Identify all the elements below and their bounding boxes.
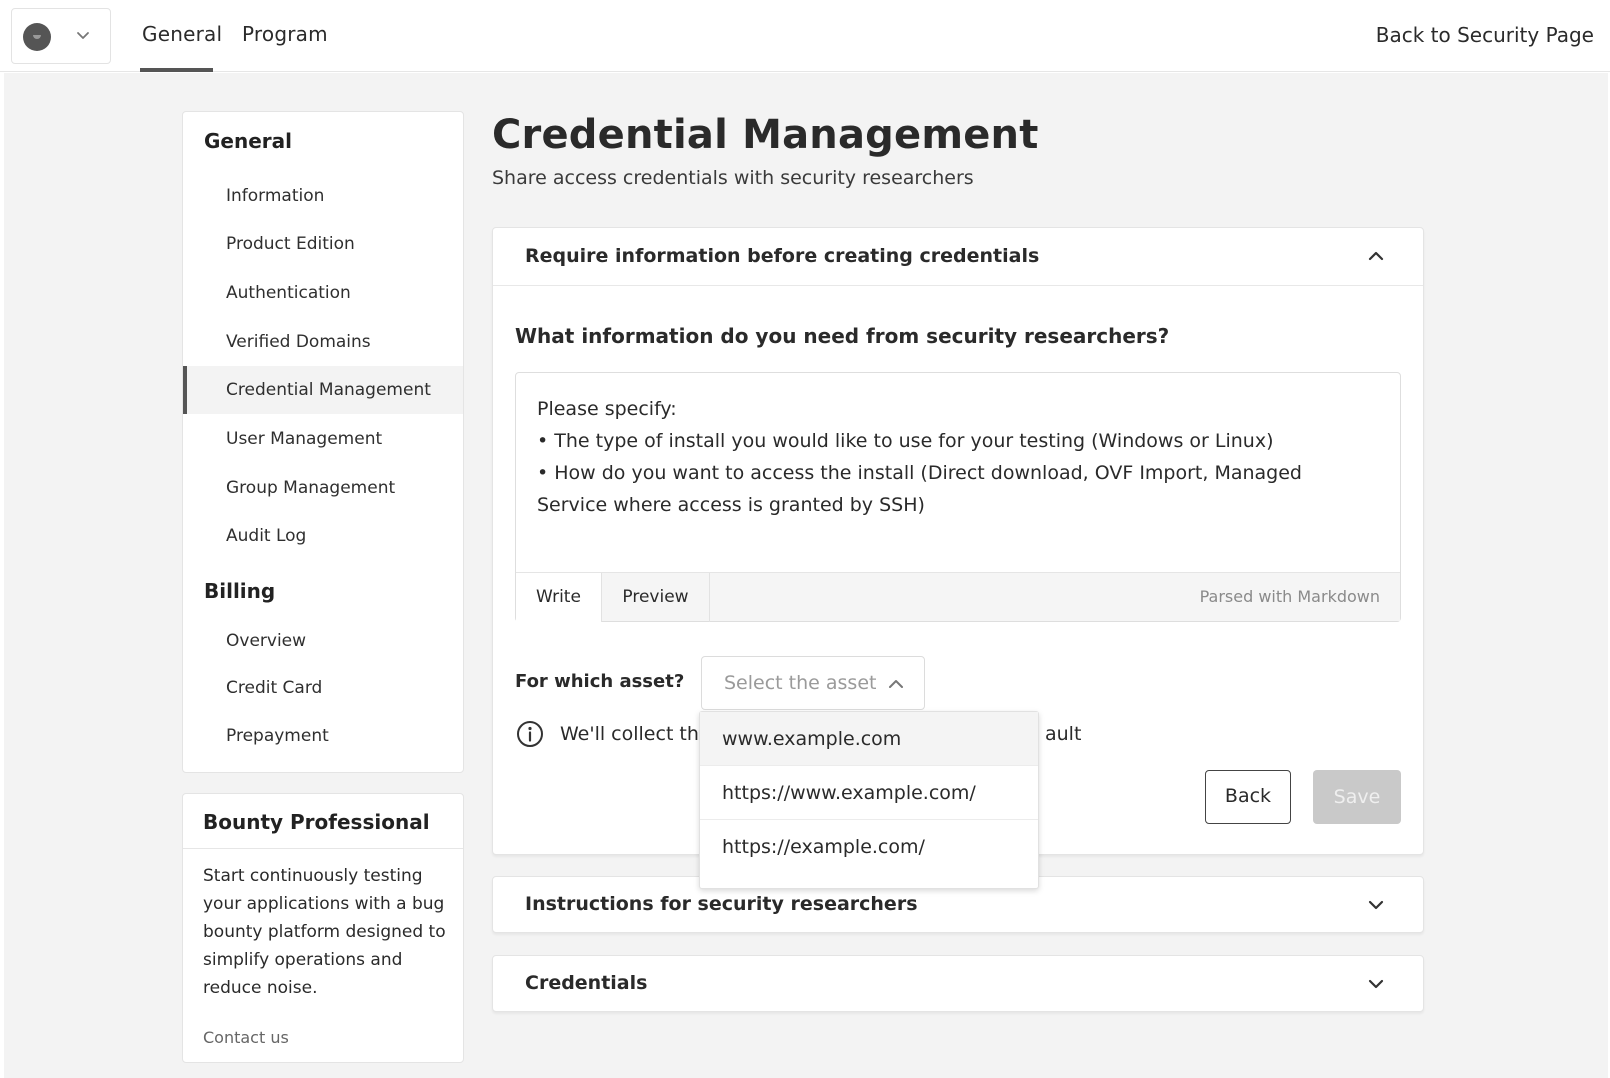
info-text-left: We'll collect the [560,723,711,745]
back-to-security-page-link[interactable]: Back to Security Page [1376,23,1594,47]
chevron-up-icon[interactable] [1365,245,1387,267]
asset-dropdown-menu: www.example.com https://www.example.com/… [699,711,1039,889]
panel-title[interactable]: Credentials [525,972,647,994]
markdown-editor[interactable]: Please specify: • The type of install yo… [515,372,1401,622]
info-text-right: ault [1045,723,1082,745]
contact-us-link[interactable]: Contact us [203,1028,289,1047]
sidebar-item-overview[interactable]: Overview [183,617,463,665]
tab-general[interactable]: General [142,22,222,46]
markdown-note: Parsed with Markdown [1199,587,1380,606]
sidebar-item-prepayment[interactable]: Prepayment [183,712,463,760]
sidebar-item-user-management[interactable]: User Management [183,415,463,463]
asset-select[interactable]: Select the asset [701,656,925,710]
sidebar-item-audit-log[interactable]: Audit Log [183,512,463,560]
sidebar-item-product-edition[interactable]: Product Edition [183,220,463,268]
editor-textarea[interactable]: Please specify: • The type of install yo… [537,393,1357,521]
top-navigation-bar: General Program Back to Security Page [0,0,1610,72]
tab-program[interactable]: Program [242,22,328,46]
back-button[interactable]: Back [1205,770,1291,824]
settings-sidebar: General Information Product Edition Auth… [182,111,464,773]
organization-avatar [23,23,51,51]
page-title: Credential Management [492,112,1039,158]
sidebar-item-verified-domains[interactable]: Verified Domains [183,318,463,366]
panel-title[interactable]: Require information before creating cred… [525,245,1039,267]
credentials-panel: Credentials [492,955,1424,1012]
active-tab-indicator [140,68,213,72]
save-button[interactable]: Save [1313,770,1401,824]
sidebar-heading-general: General [204,129,292,153]
divider [493,285,1423,286]
sidebar-item-information[interactable]: Information [183,172,463,220]
bounty-card-title: Bounty Professional [203,810,430,834]
asset-option[interactable]: https://example.com/ [700,820,1038,874]
chevron-down-icon[interactable] [1365,894,1387,916]
chevron-down-icon [77,32,89,39]
tab-write[interactable]: Write [516,573,602,622]
asset-option[interactable]: www.example.com [700,712,1038,766]
panel-title[interactable]: Instructions for security researchers [525,893,918,915]
divider [183,848,463,849]
sidebar-heading-billing: Billing [204,579,276,603]
asset-option[interactable]: https://www.example.com/ [700,766,1038,820]
sidebar-item-group-management[interactable]: Group Management [183,464,463,512]
chevron-down-icon[interactable] [1365,973,1387,995]
bounty-card-description: Start continuously testing your applicat… [203,866,446,998]
asset-select-placeholder: Select the asset [724,672,877,694]
sidebar-item-credential-management[interactable]: Credential Management [183,366,463,414]
organization-switcher[interactable] [11,8,111,64]
asset-label: For which asset? [515,671,685,692]
sidebar-item-credit-card[interactable]: Credit Card [183,664,463,712]
page-subtitle: Share access credentials with security r… [492,167,974,189]
info-icon [517,721,543,747]
editor-toolbar: Write Preview Parsed with Markdown [516,572,1400,622]
tab-preview[interactable]: Preview [602,573,710,622]
question-label: What information do you need from securi… [515,324,1170,348]
chevron-up-icon [889,680,903,688]
bounty-professional-card: Bounty Professional Start continuously t… [182,793,464,1063]
sidebar-item-authentication[interactable]: Authentication [183,269,463,317]
